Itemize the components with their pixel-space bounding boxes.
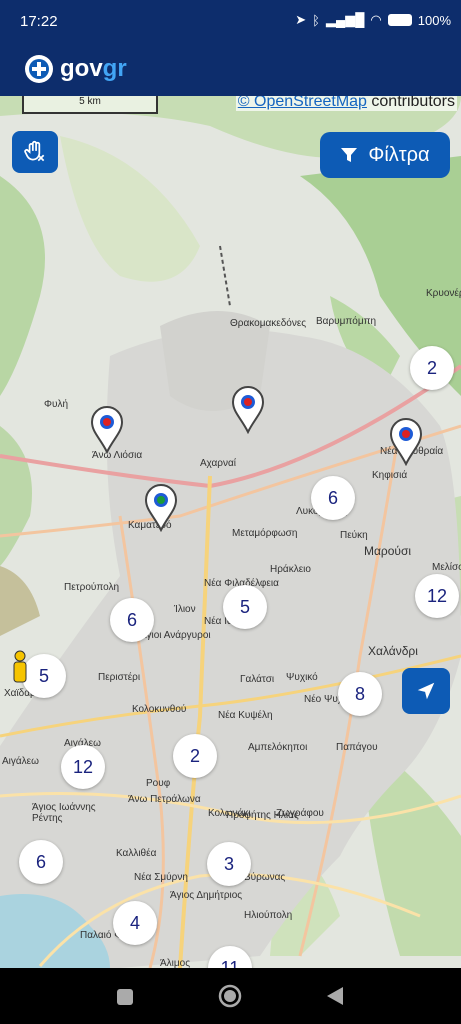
locate-me-button[interactable] [402, 668, 450, 714]
map-marker-red[interactable] [231, 386, 265, 434]
map-view[interactable]: 5 km © OpenStreetMap contributors Φίλτρα… [0, 96, 461, 968]
recents-icon[interactable] [116, 988, 134, 1006]
place-label: Παπάγου [336, 742, 378, 753]
place-label: Χαλάνδρι [368, 644, 418, 658]
place-label: Ψυχικό [286, 672, 318, 683]
place-label: Άλιμος [160, 958, 191, 968]
app-header: govgr [0, 44, 461, 96]
place-label: Ηράκλειο [270, 564, 311, 575]
map-marker-red[interactable] [389, 418, 423, 466]
place-label: Μελίσσια [432, 562, 461, 573]
place-label: Μαρούσι [364, 544, 412, 558]
status-bar: 17:22 ➤ ᛒ ▂▄▆█ ◠ 100% [0, 0, 461, 44]
place-label: Αχαρναί [200, 458, 236, 469]
place-label: Ίλιον [174, 604, 196, 615]
marker-cluster[interactable]: 8 [338, 672, 382, 716]
place-label: Προφήτης Ηλίας [226, 810, 299, 821]
place-label: Αιγάλεω [2, 756, 39, 767]
place-label: Άνω Πετράλωνα [128, 794, 201, 805]
location-status-icon: ➤ [295, 12, 307, 27]
map-tiles [0, 96, 461, 968]
place-label: Πετρούπολη [64, 582, 120, 593]
place-label: Ρουφ [146, 778, 171, 789]
place-label: Νέα Σμύρνη [134, 872, 188, 883]
attribution-text: contributors [366, 96, 455, 110]
signal-icon: ▂▄▆█ [325, 12, 365, 27]
bluetooth-icon: ᛒ [312, 12, 320, 28]
battery-icon [387, 14, 412, 26]
place-label: Ηλιούπολη [244, 910, 293, 921]
osm-link[interactable]: © OpenStreetMap [238, 96, 367, 110]
govgr-logo: govgr [24, 54, 127, 84]
marker-cluster[interactable]: 4 [113, 901, 157, 945]
logo-text: gov [60, 55, 103, 82]
map-marker-green[interactable] [144, 484, 178, 532]
marker-cluster[interactable]: 12 [61, 745, 105, 789]
place-label: Άγιος Δημήτριος [170, 890, 243, 901]
place-label: Κολοκυνθού [132, 704, 187, 715]
battery-level: 100% [417, 12, 451, 28]
marker-cluster[interactable]: 12 [415, 574, 459, 618]
status-icons: ➤ ᛒ ▂▄▆█ ◠ 100% [295, 12, 451, 28]
place-label: Κρυονέρι [426, 288, 461, 299]
greek-emblem-icon [25, 55, 53, 83]
place-label: Θρακομακεδόνες [230, 318, 307, 329]
marker-cluster[interactable]: 6 [110, 598, 154, 642]
place-label: Καλλιθέα [116, 848, 157, 859]
place-label: Άγιος Ιωάννης Ρέντης [32, 802, 96, 824]
back-icon[interactable] [326, 986, 344, 1006]
system-nav-bar [0, 968, 461, 1024]
wifi-icon: ◠ [370, 12, 382, 27]
map-marker-red[interactable] [90, 406, 124, 454]
person-icon[interactable] [10, 650, 30, 690]
place-label: Φυλή [44, 399, 69, 410]
filters-label: Φίλτρα [368, 143, 430, 166]
hand-off-icon [24, 140, 45, 162]
scale-label: 5 km [79, 96, 101, 107]
map-attribution: © OpenStreetMap contributors [235, 96, 457, 111]
place-label: Αμπελόκηποι [248, 742, 308, 753]
place-label: Μεταμόρφωση [232, 528, 298, 539]
status-time: 17:22 [20, 13, 58, 30]
marker-cluster[interactable]: 2 [173, 734, 217, 778]
place-label: Περιστέρι [98, 672, 141, 683]
filters-button[interactable]: Φίλτρα [320, 132, 450, 178]
place-label: Νέα Κυψέλη [218, 710, 273, 721]
navigation-arrow-icon [417, 682, 435, 700]
marker-cluster[interactable]: 5 [223, 585, 267, 629]
marker-cluster[interactable]: 2 [410, 346, 454, 390]
place-label: Βαρυμπόμπη [316, 316, 377, 327]
marker-cluster[interactable]: 6 [311, 476, 355, 520]
logo-accent: gr [102, 55, 127, 82]
map-scale: 5 km [22, 96, 158, 114]
marker-cluster[interactable]: 3 [207, 842, 251, 886]
place-label: Πεύκη [340, 530, 368, 541]
filter-icon [341, 148, 358, 162]
toggle-gestures-button[interactable] [12, 131, 58, 173]
home-icon[interactable] [218, 984, 242, 1008]
place-label: Γαλάτσι [240, 674, 275, 685]
place-label: Κηφισιά [372, 470, 408, 481]
place-label: Βύρωνας [244, 872, 286, 883]
marker-cluster[interactable]: 6 [19, 840, 63, 884]
